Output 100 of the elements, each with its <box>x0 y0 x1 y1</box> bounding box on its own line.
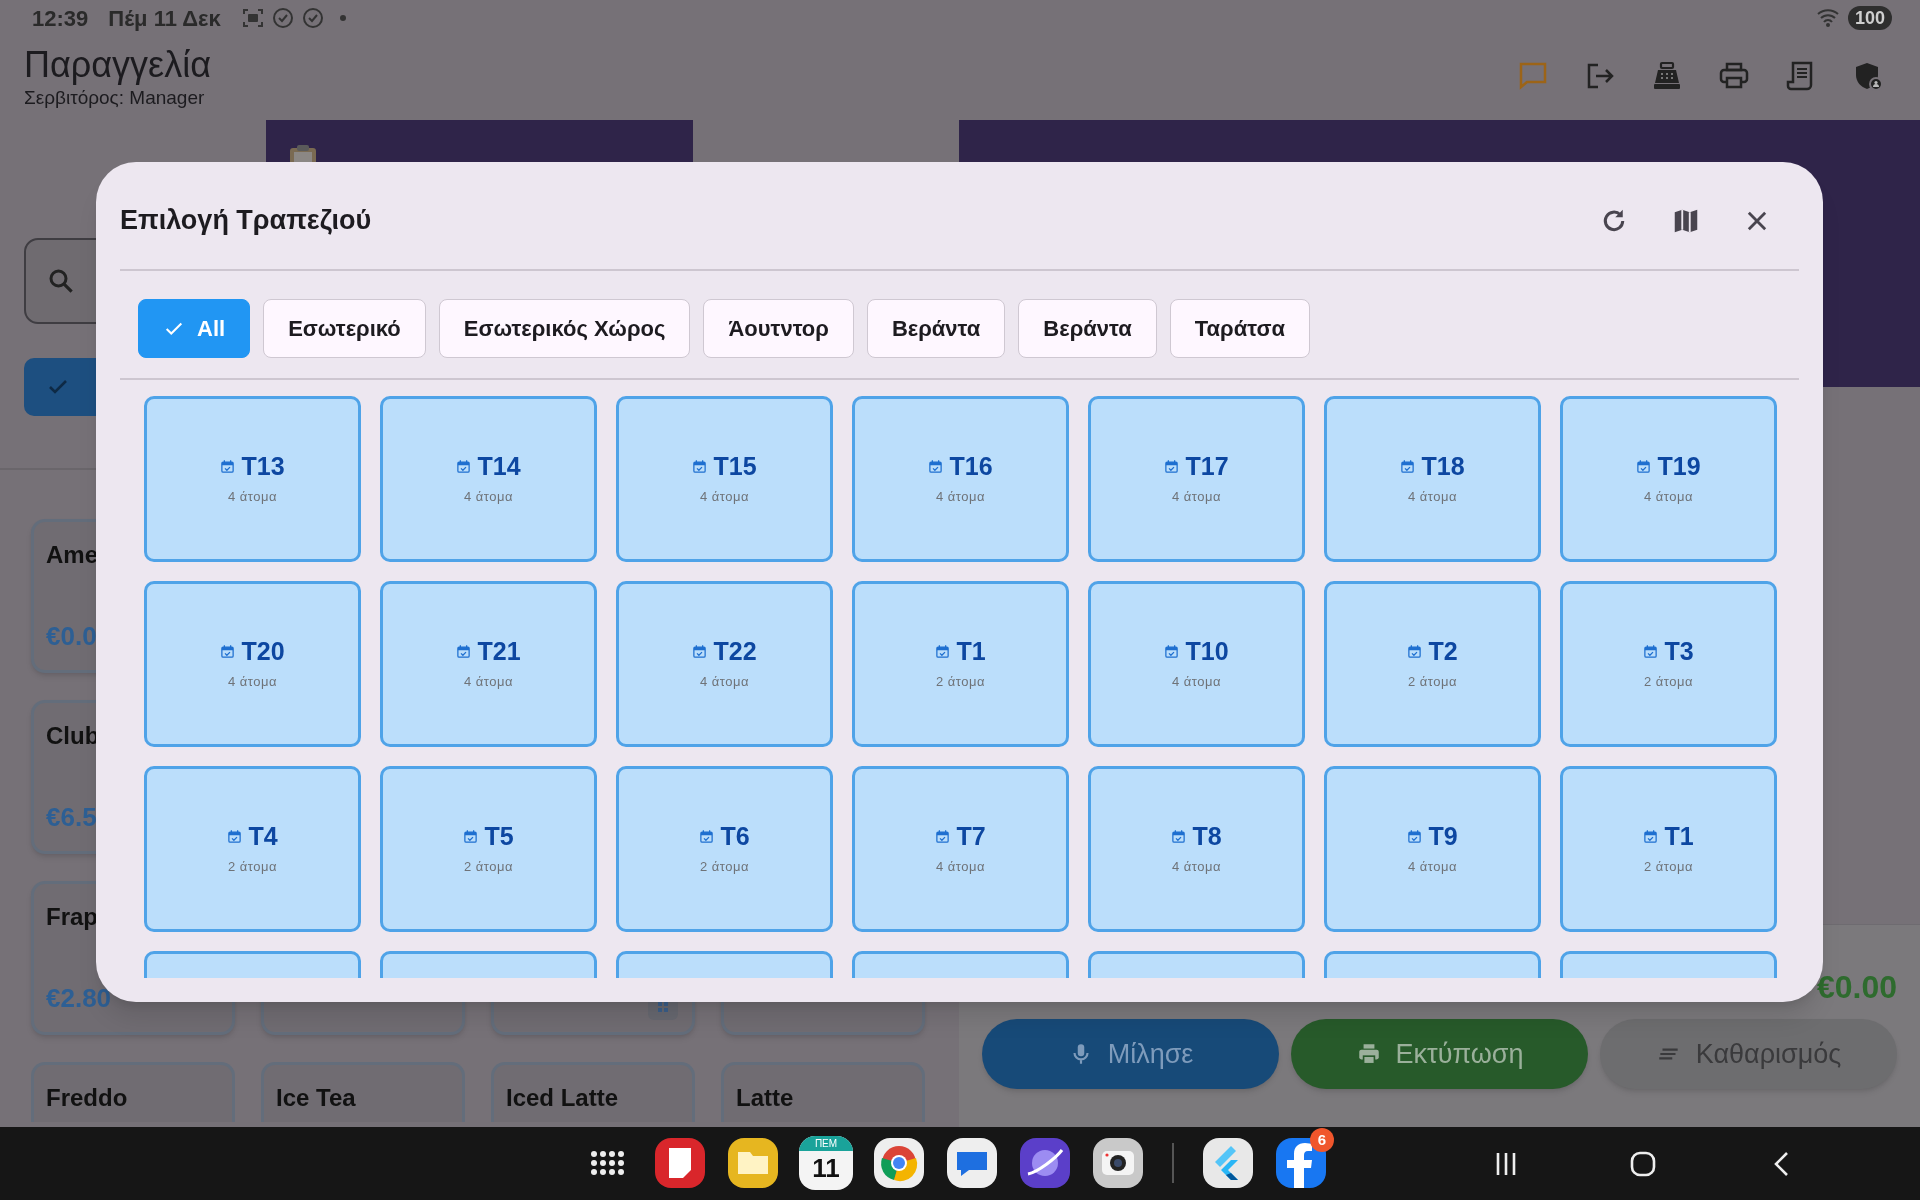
table-name: T10 <box>1185 636 1229 667</box>
calendar-check-icon <box>1400 458 1416 474</box>
calendar-check-icon <box>1171 828 1187 844</box>
calendar-check-icon <box>1407 828 1423 844</box>
calendar-check-icon <box>456 643 472 659</box>
product-card[interactable]: Latte <box>721 1062 925 1122</box>
table-tile[interactable]: T18 4 άτομα <box>1324 396 1541 562</box>
table-tile[interactable]: T13 4 άτομα <box>144 396 361 562</box>
product-name: Club <box>46 721 101 751</box>
battery-indicator: 100 <box>1847 6 1892 30</box>
table-seats: 4 άτομα <box>1407 487 1457 507</box>
table-seats: 2 άτομα <box>1407 672 1457 692</box>
product-name: Frap <box>46 902 99 932</box>
table-name: T2 <box>1428 636 1458 667</box>
table-tile[interactable]: T16 4 άτομα <box>852 396 1069 562</box>
table-tile[interactable]: T4 2 άτομα <box>144 766 361 932</box>
table-tile[interactable]: T2 2 άτομα <box>1324 581 1541 747</box>
table-tile[interactable]: T19 4 άτομα <box>1560 396 1777 562</box>
filter-chip[interactable]: Βεράντα <box>866 299 1006 358</box>
table-seats: 4 άτομα <box>463 672 513 692</box>
calendar-check-icon <box>928 458 944 474</box>
browser-app-icon[interactable] <box>872 1136 926 1190</box>
table-seats: 2 άτομα <box>699 857 749 877</box>
calendar-check-icon <box>456 458 472 474</box>
calendar-check-icon <box>1643 828 1659 844</box>
facebook-app-icon[interactable] <box>1274 1136 1328 1190</box>
calendar-check-icon <box>692 643 708 659</box>
flutter-app-icon[interactable] <box>1201 1136 1255 1190</box>
table-name: T21 <box>477 636 521 667</box>
table-seats: 4 άτομα <box>1643 487 1693 507</box>
calendar-check-icon <box>692 458 708 474</box>
print-button[interactable]: Εκτύπωση <box>1291 1019 1588 1089</box>
voice-button[interactable]: Μίλησε <box>982 1019 1279 1089</box>
table-seats: 2 άτομα <box>1643 672 1693 692</box>
calendar-check-icon <box>220 458 236 474</box>
product-name: Iced Latte <box>506 1083 620 1113</box>
table-tile[interactable]: T10 4 άτομα <box>1088 581 1305 747</box>
table-seats: 4 άτομα <box>227 672 277 692</box>
table-name: T17 <box>1185 451 1229 482</box>
table-tile[interactable]: T6 2 άτομα <box>616 766 833 932</box>
folder-app-icon[interactable] <box>726 1136 780 1190</box>
table-name: T15 <box>713 451 757 482</box>
table-seats: 4 άτομα <box>1171 857 1221 877</box>
calendar-check-icon <box>1407 643 1423 659</box>
notes-app-icon[interactable] <box>653 1136 707 1190</box>
table-name: T16 <box>949 451 993 482</box>
internet-app-icon[interactable] <box>1018 1136 1072 1190</box>
table-tile[interactable]: T3 2 άτομα <box>1560 581 1777 747</box>
total-amount: €0.00 <box>1816 969 1897 1005</box>
product-card[interactable]: Freddo <box>31 1062 235 1122</box>
table-tile[interactable]: T15 4 άτομα <box>616 396 833 562</box>
messages-app-icon[interactable] <box>945 1136 999 1190</box>
table-seats: 4 άτομα <box>227 487 277 507</box>
filter-chip[interactable]: Εσωτερικό <box>263 299 426 358</box>
table-tile[interactable]: T5 2 άτομα <box>380 766 597 932</box>
calendar-app-icon[interactable]: ΠΕΜ 11 <box>799 1136 853 1190</box>
table-tile[interactable]: T17 4 άτομα <box>1088 396 1305 562</box>
table-tile[interactable]: T20 4 άτομα <box>144 581 361 747</box>
camera-app-icon[interactable] <box>1091 1136 1145 1190</box>
calendar-day: 11 <box>812 1151 840 1185</box>
status-time: 12:39 <box>32 4 89 33</box>
screenshot-icon <box>240 6 265 30</box>
table-name: T1 <box>1664 821 1694 852</box>
table-name: T1 <box>956 636 986 667</box>
table-tile[interactable]: T7 4 άτομα <box>852 766 1069 932</box>
table-seats: 2 άτομα <box>1643 857 1693 877</box>
filter-chip[interactable]: Άουτντορ <box>703 299 854 358</box>
cash-register-icon[interactable] <box>1651 60 1683 92</box>
product-name: Latte <box>736 1083 795 1113</box>
filter-chip[interactable]: Εσωτερικός Χώρος <box>438 299 691 358</box>
product-price: €2.80 <box>46 982 113 1015</box>
table-tile[interactable]: T14 4 άτομα <box>380 396 597 562</box>
calendar-check-icon <box>1636 458 1652 474</box>
product-price: €0.0 <box>46 620 98 653</box>
filter-chip[interactable]: All <box>138 299 251 358</box>
page-title: Παραγγελία <box>24 44 211 86</box>
home-icon[interactable] <box>1628 1149 1658 1179</box>
table-seats: 2 άτομα <box>227 857 277 877</box>
table-tile[interactable]: T8 4 άτομα <box>1088 766 1305 932</box>
check-circle-icon <box>270 6 295 30</box>
product-price: €6.5 <box>46 801 98 834</box>
table-seats: 4 άτομα <box>463 487 513 507</box>
filter-chip[interactable]: Ταράτσα <box>1169 299 1311 358</box>
table-name: T4 <box>248 821 278 852</box>
table-tile[interactable]: T9 4 άτομα <box>1324 766 1541 932</box>
table-tile[interactable]: T21 4 άτομα <box>380 581 597 747</box>
product-card[interactable]: Ice Tea <box>261 1062 465 1122</box>
calendar-check-icon <box>227 828 243 844</box>
table-name: T22 <box>713 636 757 667</box>
table-tile[interactable]: T22 4 άτομα <box>616 581 833 747</box>
table-tile[interactable]: T1 2 άτομα <box>852 581 1069 747</box>
table-name: T6 <box>720 821 750 852</box>
product-name: Ice Tea <box>276 1083 357 1113</box>
product-card[interactable]: Iced Latte <box>491 1062 695 1122</box>
filter-chip[interactable]: Βεράντα <box>1018 299 1157 358</box>
table-name: T14 <box>477 451 521 482</box>
dot-icon <box>338 14 347 22</box>
table-tile[interactable]: T1 2 άτομα <box>1560 766 1777 932</box>
table-seats: 4 άτομα <box>935 857 985 877</box>
table-seats: 4 άτομα <box>1171 487 1221 507</box>
